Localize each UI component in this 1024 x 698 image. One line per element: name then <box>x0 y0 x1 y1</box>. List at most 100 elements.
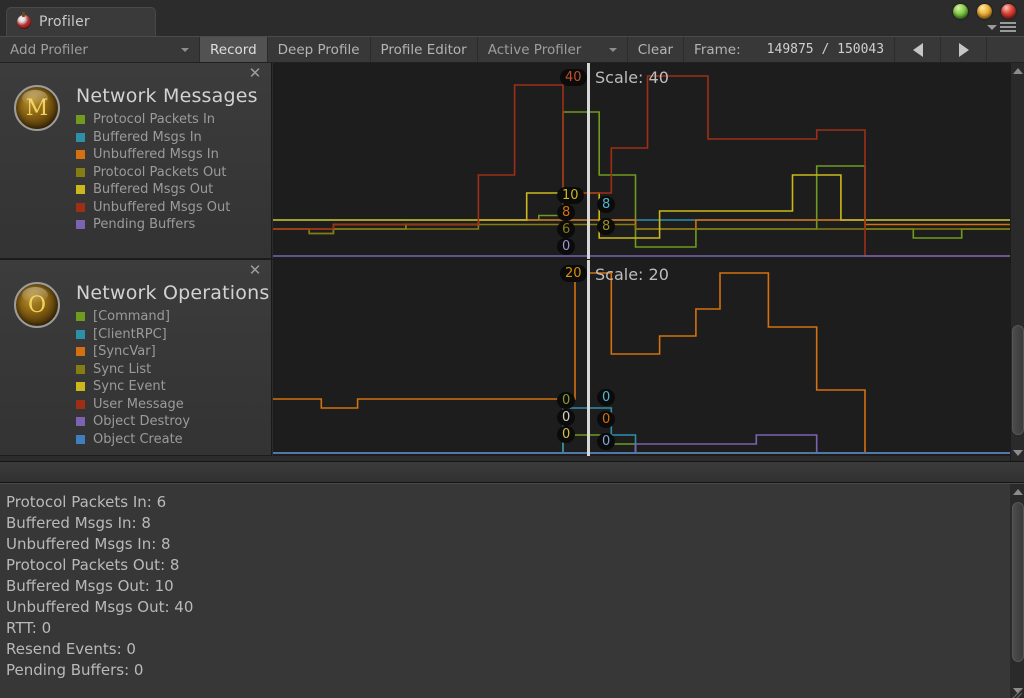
add-profiler-dropdown[interactable]: Add Profiler <box>0 37 200 62</box>
scrollbar-thumb[interactable] <box>1012 325 1024 435</box>
detail-stat-line: Unbuffered Msgs Out: 40 <box>6 598 194 616</box>
legend-item[interactable]: Object Destroy <box>76 413 190 431</box>
charts-scrollbar[interactable] <box>1010 63 1024 461</box>
cursor-line[interactable] <box>587 63 590 259</box>
detail-stat-line: Buffered Msgs In: 8 <box>6 514 151 532</box>
plot-svg-1 <box>273 272 1010 454</box>
legend-swatch-icon <box>76 347 85 357</box>
detail-stat-line: Pending Buffers: 0 <box>6 661 144 679</box>
plot-network-messages[interactable]: Scale: 40 40 10 8 6 0 8 8 <box>273 63 1010 259</box>
legend-item-label: Pending Buffers <box>93 217 196 233</box>
legend-swatch-icon <box>76 115 85 125</box>
legend-swatch-icon <box>76 417 85 427</box>
clear-button[interactable]: Clear <box>628 37 685 62</box>
legend-item-label: [Command] <box>93 309 170 325</box>
legend-item[interactable]: User Message <box>76 396 190 414</box>
legend-item[interactable]: [Command] <box>76 308 190 326</box>
minimize-button[interactable] <box>977 4 992 19</box>
cursor-value-bubble: 0 <box>557 392 576 409</box>
cursor-value-bubble: 0 <box>597 433 616 450</box>
legend-item-label: User Message <box>93 396 184 412</box>
badge-letter: M <box>25 95 49 121</box>
profile-editor-label: Profile Editor <box>380 41 467 58</box>
legend-swatch-icon <box>76 399 85 409</box>
panel-title: Network Messages <box>76 85 258 107</box>
unity-profiler-icon <box>17 12 31 29</box>
profiler-charts: ✕ M Network Messages Protocol Packets In… <box>0 63 1024 461</box>
cursor-value-bubble: 8 <box>597 218 616 235</box>
legend-swatch-icon <box>76 202 85 212</box>
detail-panel: Protocol Packets In: 6 Buffered Msgs In: … <box>0 483 1024 698</box>
window-menu-icon[interactable] <box>987 22 1016 32</box>
badge-letter: O <box>27 292 47 318</box>
series-line <box>273 223 1010 235</box>
next-frame-button[interactable] <box>941 37 988 62</box>
scroll-up-button[interactable] <box>1011 64 1024 78</box>
legend-item[interactable]: Unbuffered Msgs Out <box>76 199 230 217</box>
legend-swatch-icon <box>76 132 85 142</box>
prev-frame-button[interactable] <box>895 37 942 62</box>
legend-network-messages: ✕ M Network Messages Protocol Packets In… <box>0 63 272 259</box>
legend-item[interactable]: Sync List <box>76 361 190 379</box>
legend-item[interactable]: Sync Event <box>76 378 190 396</box>
active-profiler-dropdown[interactable]: Active Profiler <box>478 37 628 62</box>
legend-item[interactable]: [ClientRPC] <box>76 326 190 344</box>
legend-swatch-icon <box>76 167 85 177</box>
legend-item[interactable]: Buffered Msgs In <box>76 129 230 147</box>
cursor-value-bubble: 0 <box>557 238 576 255</box>
add-profiler-label: Add Profiler <box>10 41 88 58</box>
close-icon[interactable]: ✕ <box>247 66 263 82</box>
legend-swatch-icon <box>76 220 85 230</box>
frame-value: 149875 / 150043 <box>766 42 885 57</box>
legend-item[interactable]: [SyncVar] <box>76 343 190 361</box>
legend-item[interactable]: Protocol Packets Out <box>76 164 230 182</box>
record-label: Record <box>210 41 257 58</box>
scale-label: Scale: 20 <box>595 265 669 284</box>
cursor-value-bubble: 40 <box>560 69 587 86</box>
profiler-window: Profiler Add Profiler Record Deep Profil… <box>0 0 1024 698</box>
deep-profile-button[interactable]: Deep Profile <box>268 37 371 62</box>
clear-label: Clear <box>637 41 674 58</box>
avatar: M <box>14 85 60 131</box>
cursor-value-bubble: 0 <box>557 409 576 426</box>
triangle-down-icon <box>1013 450 1023 456</box>
close-button[interactable] <box>1001 4 1016 19</box>
legend-item[interactable]: Object Create <box>76 431 190 449</box>
legend-item[interactable]: Buffered Msgs Out <box>76 181 230 199</box>
close-icon[interactable]: ✕ <box>247 263 263 279</box>
legend-item-label: Sync List <box>93 361 152 377</box>
legend-item-label: Buffered Msgs Out <box>93 182 214 198</box>
legend-swatch-icon <box>76 364 85 374</box>
record-button[interactable]: Record <box>200 37 268 62</box>
detail-stat-line: Unbuffered Msgs In: 8 <box>6 535 171 553</box>
chevron-down-icon <box>608 47 617 52</box>
cursor-value-bubble: 10 <box>557 187 584 204</box>
detail-stat-line: RTT: 0 <box>6 619 52 637</box>
toolbar: Add Profiler Record Deep Profile Profile… <box>0 36 1024 63</box>
scroll-up-button[interactable] <box>1011 485 1024 499</box>
scrollbar-thumb[interactable] <box>1012 502 1024 662</box>
cursor-value-bubble: 8 <box>557 204 576 221</box>
legend-swatch-icon <box>76 312 85 322</box>
detail-stat-line: Protocol Packets In: 6 <box>6 493 167 511</box>
tab-label: Profiler <box>39 14 90 30</box>
detail-scrollbar[interactable] <box>1010 484 1024 698</box>
cursor-value-bubble: 8 <box>597 196 616 213</box>
scale-label: Scale: 40 <box>595 68 669 87</box>
series-line <box>273 434 1010 454</box>
resize-grip-icon[interactable] <box>1010 684 1023 698</box>
tab-profiler[interactable]: Profiler <box>6 7 156 36</box>
plot-network-operations[interactable]: Scale: 20 20 0 0 0 0 0 0 <box>273 260 1010 456</box>
scroll-down-button[interactable] <box>1011 446 1024 460</box>
legend-item[interactable]: Pending Buffers <box>76 216 230 234</box>
series-line <box>273 111 1010 248</box>
legend-item[interactable]: Protocol Packets In <box>76 111 230 129</box>
zoom-button[interactable] <box>953 4 968 19</box>
profile-editor-button[interactable]: Profile Editor <box>371 37 478 62</box>
cursor-line[interactable] <box>587 260 590 456</box>
frame-label: Frame: <box>694 41 741 58</box>
legend-item[interactable]: Unbuffered Msgs In <box>76 146 230 164</box>
arrow-left-icon <box>912 42 923 57</box>
panel-splitter[interactable] <box>0 461 1024 483</box>
legend-item-label: Protocol Packets Out <box>93 164 227 180</box>
